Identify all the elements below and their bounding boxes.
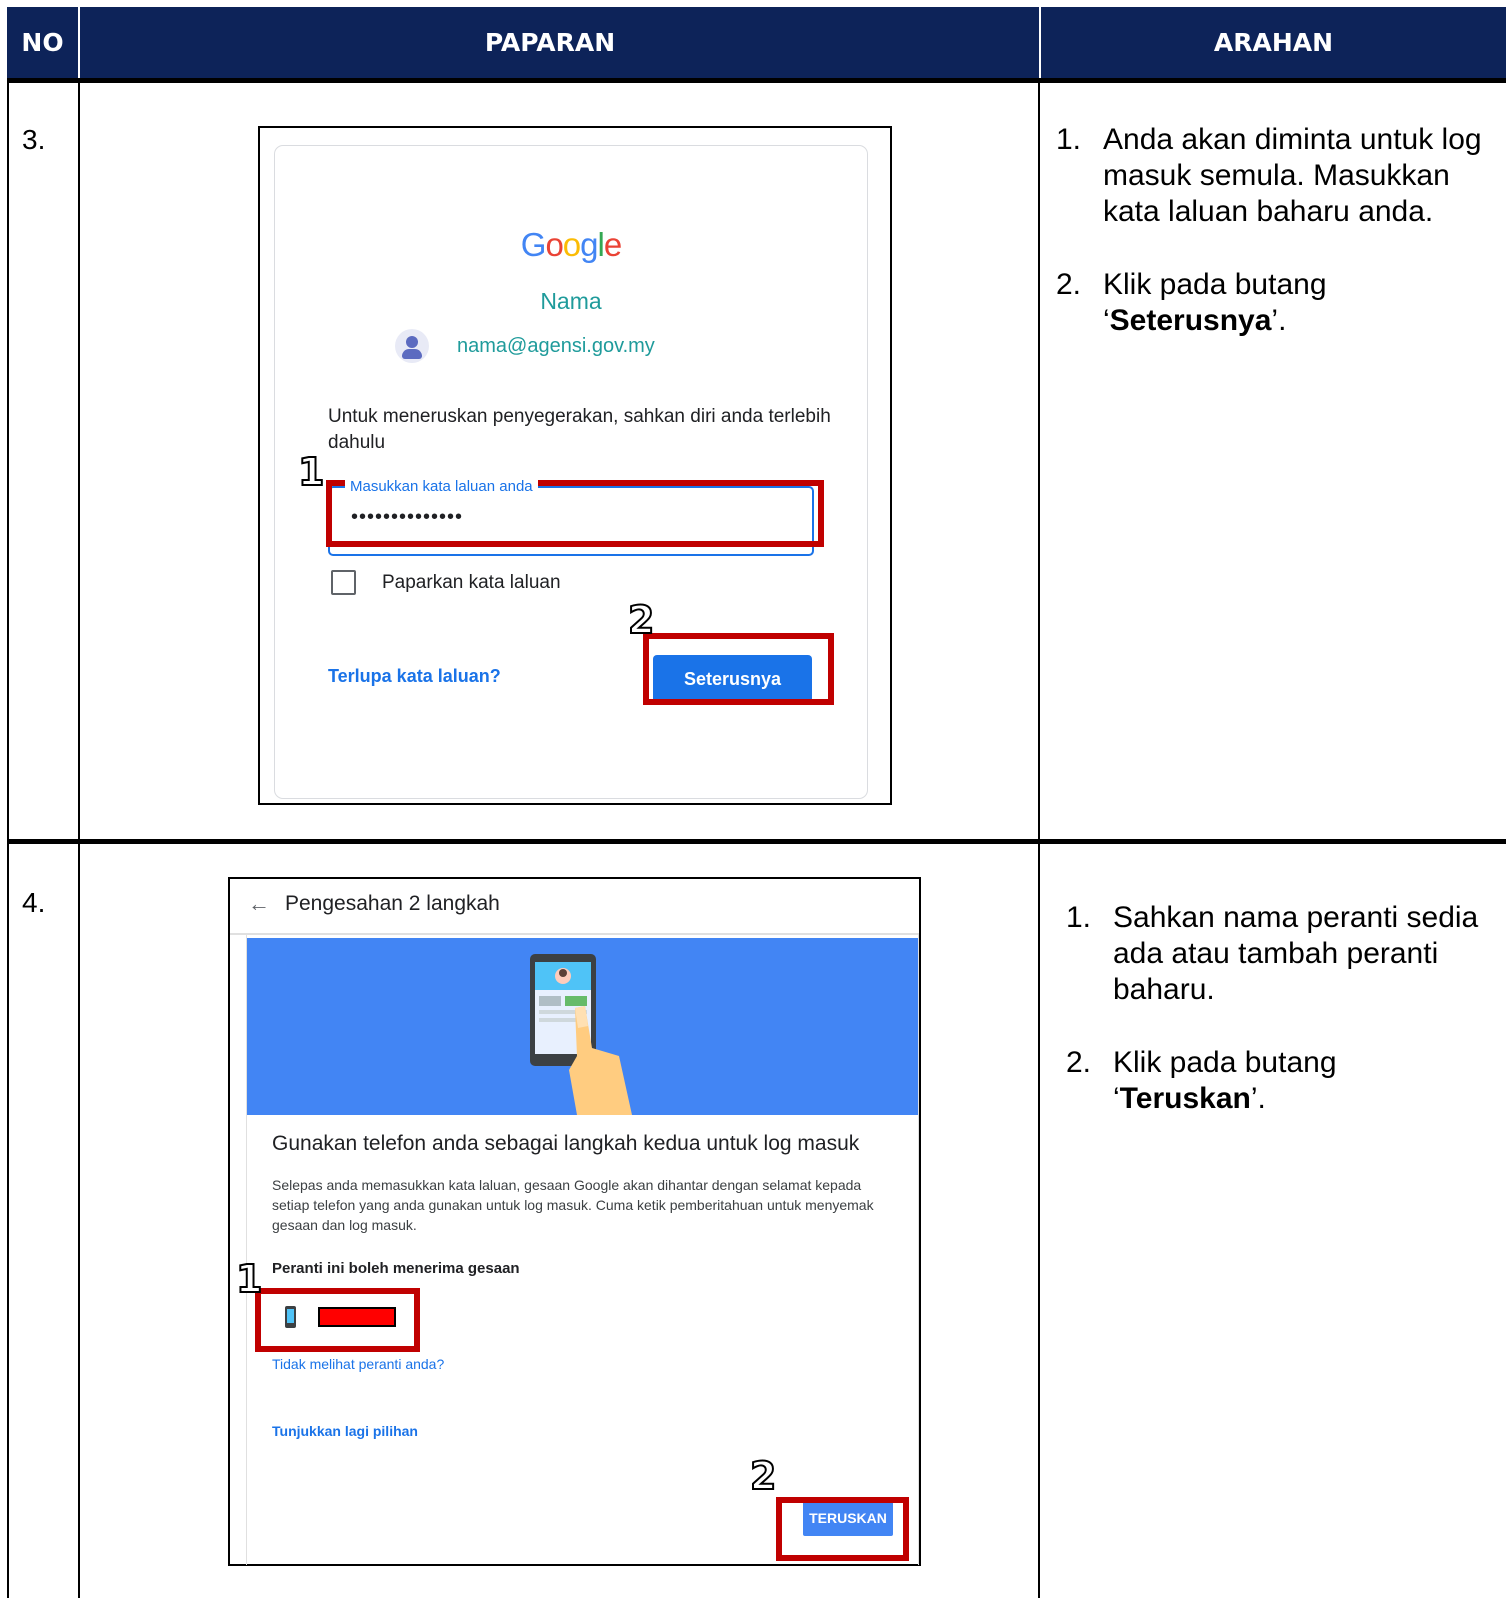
header-no: NO xyxy=(21,28,64,57)
phone-tap-illustration-icon xyxy=(530,954,632,1115)
intro-text: Untuk meneruskan penyegerakan, sahkan di… xyxy=(328,406,831,453)
forgot-password-link[interactable]: Terlupa kata laluan? xyxy=(328,666,501,687)
annotation-number: 2 xyxy=(749,1454,777,1498)
two-step-verification-screenshot: ← Pengesahan 2 langkah Gunakan telefon a… xyxy=(228,877,921,1566)
instruction-item: 2. Klik pada butang ‘Teruskan’. xyxy=(1066,1046,1337,1115)
account-name: Nama xyxy=(540,288,602,314)
instruction-list: 1. Anda akan diminta untuk log masuk sem… xyxy=(1056,122,1486,376)
row-number: 3. xyxy=(22,124,46,155)
highlight-continue-box xyxy=(776,1497,909,1561)
avatar-icon xyxy=(395,329,429,363)
instruction-item: 1. Anda akan diminta untuk log masuk sem… xyxy=(1056,123,1482,228)
device-not-seen-link[interactable]: Tidak melihat peranti anda? xyxy=(272,1356,444,1372)
instruction-list: 1. Sahkan nama peranti sedia ada atau ta… xyxy=(1066,900,1486,1154)
highlight-device-box xyxy=(255,1288,420,1352)
header-rule xyxy=(7,78,1506,83)
password-label: Masukkan kata laluan anda xyxy=(345,478,538,495)
header-display: PAPARAN xyxy=(484,28,616,57)
instruction-item: 1. Sahkan nama peranti sedia ada atau ta… xyxy=(1066,901,1479,1006)
show-password-checkbox[interactable] xyxy=(331,570,356,595)
table-header: NO PAPARAN ARAHAN xyxy=(7,7,1506,78)
page-title: Pengesahan 2 langkah xyxy=(285,892,500,915)
back-arrow-icon[interactable]: ← xyxy=(248,891,270,917)
annotation-number: 2 xyxy=(627,598,655,642)
annotation-number: 1 xyxy=(235,1257,263,1301)
topbar: ← Pengesahan 2 langkah xyxy=(230,879,919,935)
google-logo: Google xyxy=(520,226,622,263)
show-password-label: Paparkan kata laluan xyxy=(382,571,561,593)
phone-illustration-banner xyxy=(247,938,918,1115)
show-password-option[interactable]: Paparkan kata laluan xyxy=(331,570,561,595)
section-heading: Gunakan telefon anda sebagai langkah ked… xyxy=(272,1132,860,1155)
highlight-next-box xyxy=(643,633,834,705)
account-chip[interactable]: nama@agensi.gov.my xyxy=(395,326,655,366)
row-number: 4. xyxy=(22,887,46,918)
more-options-link[interactable]: Tunjukkan lagi pilihan xyxy=(272,1423,418,1439)
instruction-item: 2. Klik pada butang ‘Seterusnya’. xyxy=(1056,268,1327,337)
verification-content: Gunakan telefon anda sebagai langkah ked… xyxy=(246,935,919,1565)
annotation-number: 1 xyxy=(297,450,325,494)
account-email: nama@agensi.gov.my xyxy=(457,334,655,357)
section-description: Selepas anda memasukkan kata laluan, ges… xyxy=(272,1177,874,1233)
header-instruction: ARAHAN xyxy=(1213,28,1334,57)
row-divider xyxy=(7,839,1506,844)
device-list-label: Peranti ini boleh menerima gesaan xyxy=(272,1260,520,1277)
